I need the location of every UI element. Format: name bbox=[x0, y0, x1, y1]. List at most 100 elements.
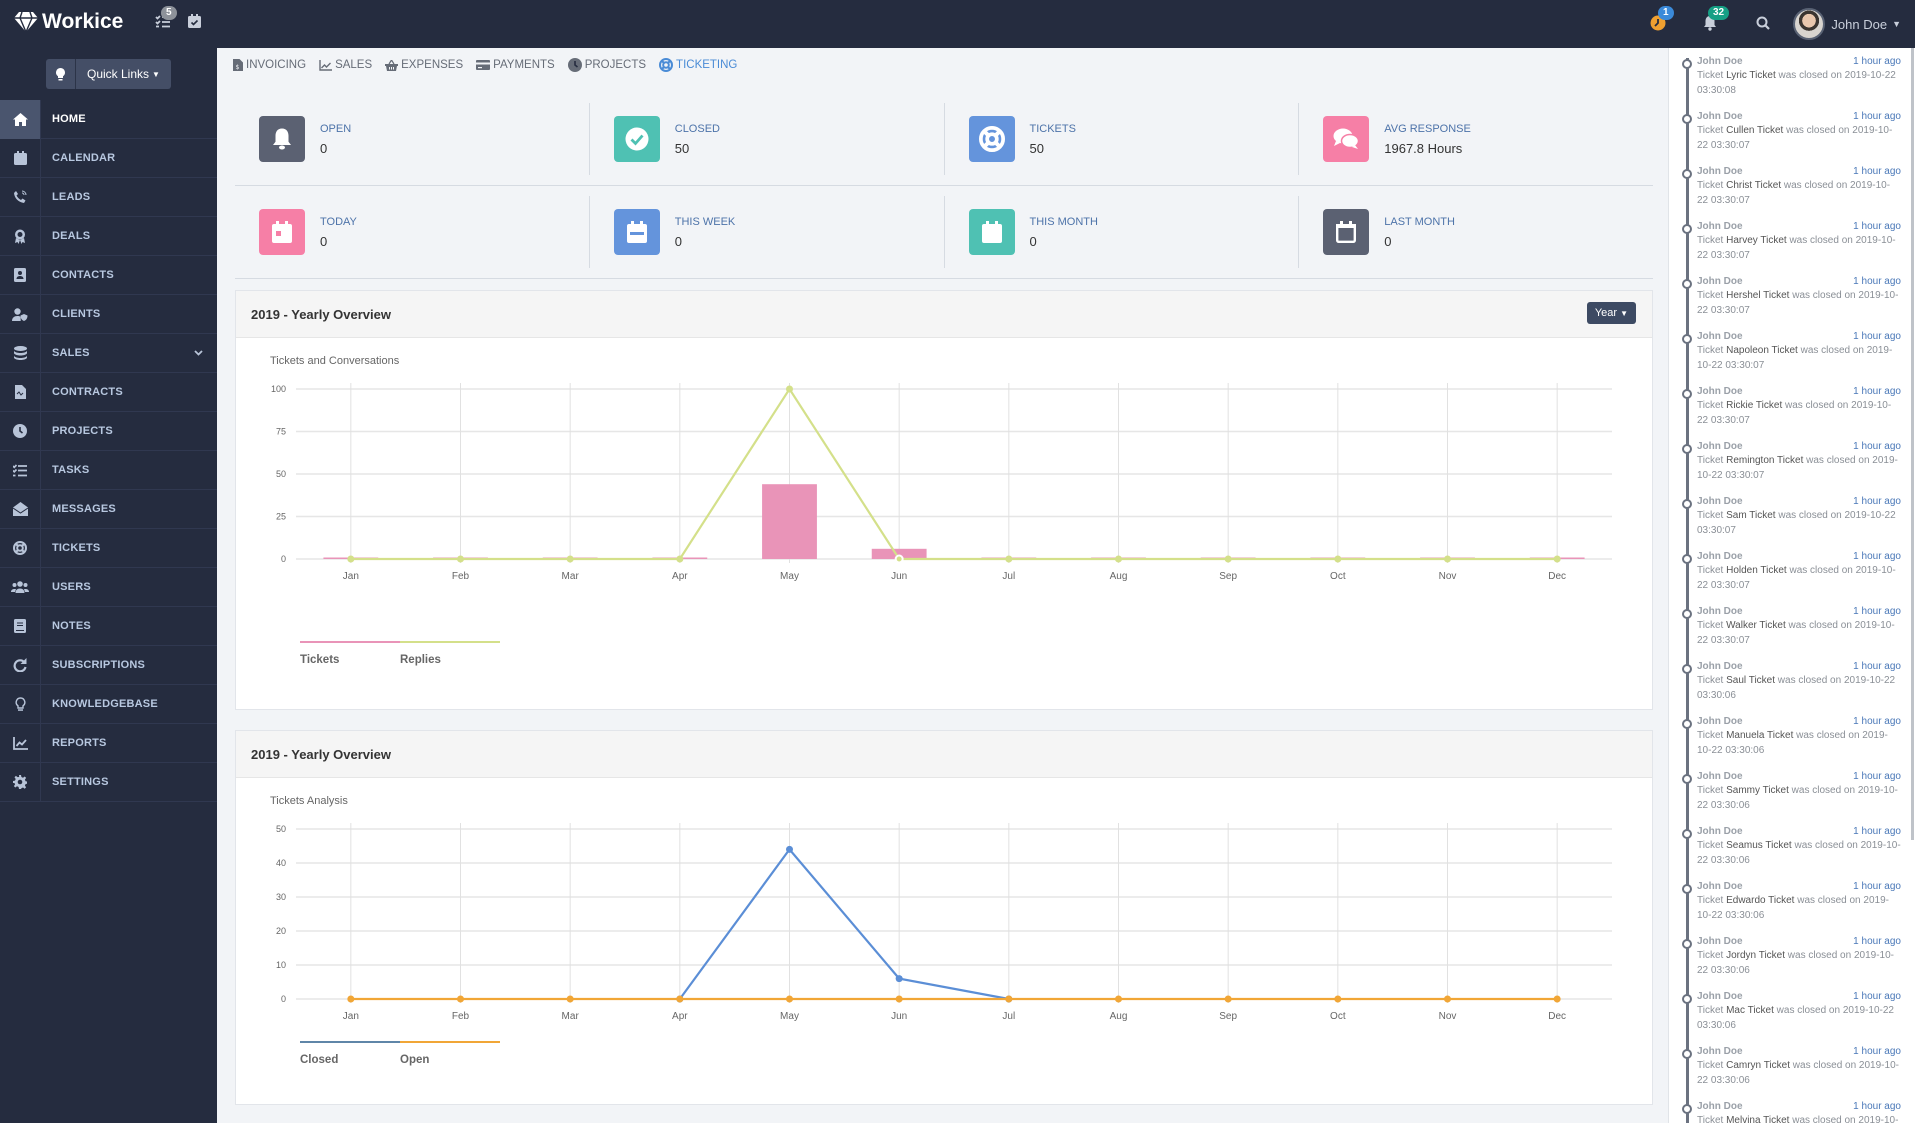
activity-time: 1 hour ago bbox=[1853, 1101, 1901, 1112]
activity-header: John Doe 1 hour ago bbox=[1697, 331, 1901, 342]
sidebar-item-projects[interactable]: PROJECTS bbox=[0, 411, 217, 451]
activity-user[interactable]: John Doe bbox=[1697, 221, 1743, 232]
activity-user[interactable]: John Doe bbox=[1697, 606, 1743, 617]
sidebar-item-clients[interactable]: CLIENTS bbox=[0, 294, 217, 334]
tab-payments[interactable]: PAYMENTS bbox=[476, 58, 555, 72]
activity-scrollbar[interactable] bbox=[1911, 48, 1914, 840]
calendar-button[interactable] bbox=[188, 14, 201, 31]
app-logo[interactable]: Workice bbox=[14, 10, 123, 34]
user-menu[interactable]: John Doe ▼ bbox=[1793, 8, 1901, 40]
activity-user[interactable]: John Doe bbox=[1697, 551, 1743, 562]
activity-ticket-name[interactable]: Saul Ticket bbox=[1726, 675, 1775, 686]
activity-ticket-name[interactable]: Camryn Ticket bbox=[1726, 1060, 1790, 1071]
activity-ticket-name[interactable]: Walker Ticket bbox=[1726, 620, 1786, 631]
sidebar-item-reports[interactable]: REPORTS bbox=[0, 723, 217, 763]
activity-user[interactable]: John Doe bbox=[1697, 166, 1743, 177]
notifications-button[interactable]: 32 bbox=[1703, 6, 1730, 34]
activity-user[interactable]: John Doe bbox=[1697, 1046, 1743, 1057]
activity-user[interactable]: John Doe bbox=[1697, 386, 1743, 397]
point-feb bbox=[457, 555, 464, 563]
activity-user[interactable]: John Doe bbox=[1697, 56, 1743, 67]
timeline-dot-icon bbox=[1682, 829, 1692, 839]
user-name: John Doe bbox=[1831, 16, 1888, 32]
legend-item-closed[interactable]: Closed bbox=[300, 1041, 400, 1066]
activity-ticket-name[interactable]: Christ Ticket bbox=[1726, 180, 1781, 191]
chevron-down-icon[interactable] bbox=[194, 348, 203, 359]
stats-panel: OPEN 0 CLOSED 50 TICKETS 50 AVG RESPONSE 1967.8… bbox=[235, 93, 1653, 279]
legend-item-open[interactable]: Open bbox=[400, 1041, 500, 1066]
activity-user[interactable]: John Doe bbox=[1697, 771, 1743, 782]
activity-notifications-button[interactable]: 1 bbox=[1650, 6, 1674, 34]
activity-user[interactable]: John Doe bbox=[1697, 441, 1743, 452]
year-dropdown-button[interactable]: Year ▼ bbox=[1586, 302, 1636, 324]
tab-ticketing[interactable]: TICKETING bbox=[659, 58, 737, 72]
tab-invoicing[interactable]: $ INVOICING bbox=[233, 58, 306, 72]
y-tick-label: 0 bbox=[281, 994, 286, 1004]
quick-links-bulb-button[interactable] bbox=[46, 59, 76, 89]
sidebar-item-leads[interactable]: LEADS bbox=[0, 177, 217, 217]
sidebar-item-contacts[interactable]: CONTACTS bbox=[0, 255, 217, 295]
search-button[interactable] bbox=[1756, 16, 1770, 33]
sidebar-item-subscriptions[interactable]: SUBSCRIPTIONS bbox=[0, 645, 217, 685]
activity-user[interactable]: John Doe bbox=[1697, 716, 1743, 727]
activity-item: John Doe 1 hour ago Ticket Mac Ticket was … bbox=[1669, 983, 1915, 1038]
sidebar-item-label: SETTINGS bbox=[52, 776, 109, 788]
activity-ticket-name[interactable]: Melvina Ticket bbox=[1726, 1115, 1789, 1123]
y-tick-label: 30 bbox=[276, 892, 286, 902]
stat-label: CLOSED bbox=[674, 122, 720, 135]
activity-ticket-name[interactable]: Remington Ticket bbox=[1726, 455, 1803, 466]
legend-item-replies[interactable]: Replies bbox=[400, 641, 500, 666]
activity-ticket-name[interactable]: Hershel Ticket bbox=[1726, 290, 1789, 301]
sidebar-item-messages[interactable]: MESSAGES bbox=[0, 489, 217, 529]
activity-user[interactable]: John Doe bbox=[1697, 111, 1743, 122]
activity-user[interactable]: John Doe bbox=[1697, 881, 1743, 892]
sidebar-item-tasks[interactable]: TASKS bbox=[0, 450, 217, 490]
tasks-button[interactable]: 5 bbox=[155, 6, 177, 32]
sidebar-item-sales[interactable]: SALES bbox=[0, 333, 217, 373]
activity-user[interactable]: John Doe bbox=[1697, 661, 1743, 672]
activity-user[interactable]: John Doe bbox=[1697, 936, 1743, 947]
activity-time: 1 hour ago bbox=[1853, 661, 1901, 672]
sidebar-item-notes[interactable]: NOTES bbox=[0, 606, 217, 646]
sidebar-item-settings[interactable]: SETTINGS bbox=[0, 762, 217, 802]
sidebar-item-tickets[interactable]: TICKETS bbox=[0, 528, 217, 568]
tab-expenses[interactable]: EXPENSES bbox=[385, 58, 463, 72]
activity-ticket-name[interactable]: Holden Ticket bbox=[1726, 565, 1787, 576]
activity-ticket-name[interactable]: Rickie Ticket bbox=[1726, 400, 1782, 411]
stat-label: THIS MONTH bbox=[1029, 215, 1098, 228]
activity-ticket-name[interactable]: Lyric Ticket bbox=[1726, 70, 1776, 81]
activity-text: Ticket Jordyn Ticket was closed on 2019-… bbox=[1697, 948, 1901, 978]
activity-ticket-name[interactable]: Sammy Ticket bbox=[1726, 785, 1789, 796]
sidebar-item-contracts[interactable]: CONTRACTS bbox=[0, 372, 217, 412]
sidebar-item-knowledgebase[interactable]: KNOWLEDGEBASE bbox=[0, 684, 217, 724]
activity-ticket-name[interactable]: Edwardo Ticket bbox=[1726, 895, 1794, 906]
activity-ticket-name[interactable]: Harvey Ticket bbox=[1726, 235, 1787, 246]
activity-ticket-name[interactable]: Napoleon Ticket bbox=[1726, 345, 1798, 356]
activity-prefix: Ticket bbox=[1697, 950, 1724, 961]
activity-user[interactable]: John Doe bbox=[1697, 496, 1743, 507]
activity-item: John Doe 1 hour ago Ticket Edwardo Ticket … bbox=[1669, 873, 1915, 928]
activity-ticket-name[interactable]: Manuela Ticket bbox=[1726, 730, 1793, 741]
activity-ticket-name[interactable]: Cullen Ticket bbox=[1726, 125, 1783, 136]
activity-user[interactable]: John Doe bbox=[1697, 1101, 1743, 1112]
x-tick-label: Jun bbox=[891, 571, 907, 582]
x-tick-label: Jul bbox=[1002, 1011, 1015, 1022]
quick-links-button[interactable]: Quick Links ▼ bbox=[76, 59, 171, 89]
activity-time: 1 hour ago bbox=[1853, 111, 1901, 122]
activity-user[interactable]: John Doe bbox=[1697, 276, 1743, 287]
sidebar-item-home[interactable]: HOME bbox=[0, 99, 217, 139]
activity-user[interactable]: John Doe bbox=[1697, 991, 1743, 1002]
timeline-dot-icon bbox=[1682, 114, 1692, 124]
sidebar-item-users[interactable]: USERS bbox=[0, 567, 217, 607]
activity-user[interactable]: John Doe bbox=[1697, 826, 1743, 837]
activity-user[interactable]: John Doe bbox=[1697, 331, 1743, 342]
legend-item-tickets[interactable]: Tickets bbox=[300, 641, 400, 666]
activity-ticket-name[interactable]: Jordyn Ticket bbox=[1726, 950, 1785, 961]
tab-sales[interactable]: SALES bbox=[319, 58, 372, 72]
sidebar-item-calendar[interactable]: CALENDAR bbox=[0, 138, 217, 178]
activity-ticket-name[interactable]: Sam Ticket bbox=[1726, 510, 1775, 521]
tab-projects[interactable]: PROJECTS bbox=[567, 58, 646, 72]
activity-ticket-name[interactable]: Mac Ticket bbox=[1726, 1005, 1774, 1016]
sidebar-item-deals[interactable]: DEALS bbox=[0, 216, 217, 256]
activity-ticket-name[interactable]: Seamus Ticket bbox=[1726, 840, 1792, 851]
